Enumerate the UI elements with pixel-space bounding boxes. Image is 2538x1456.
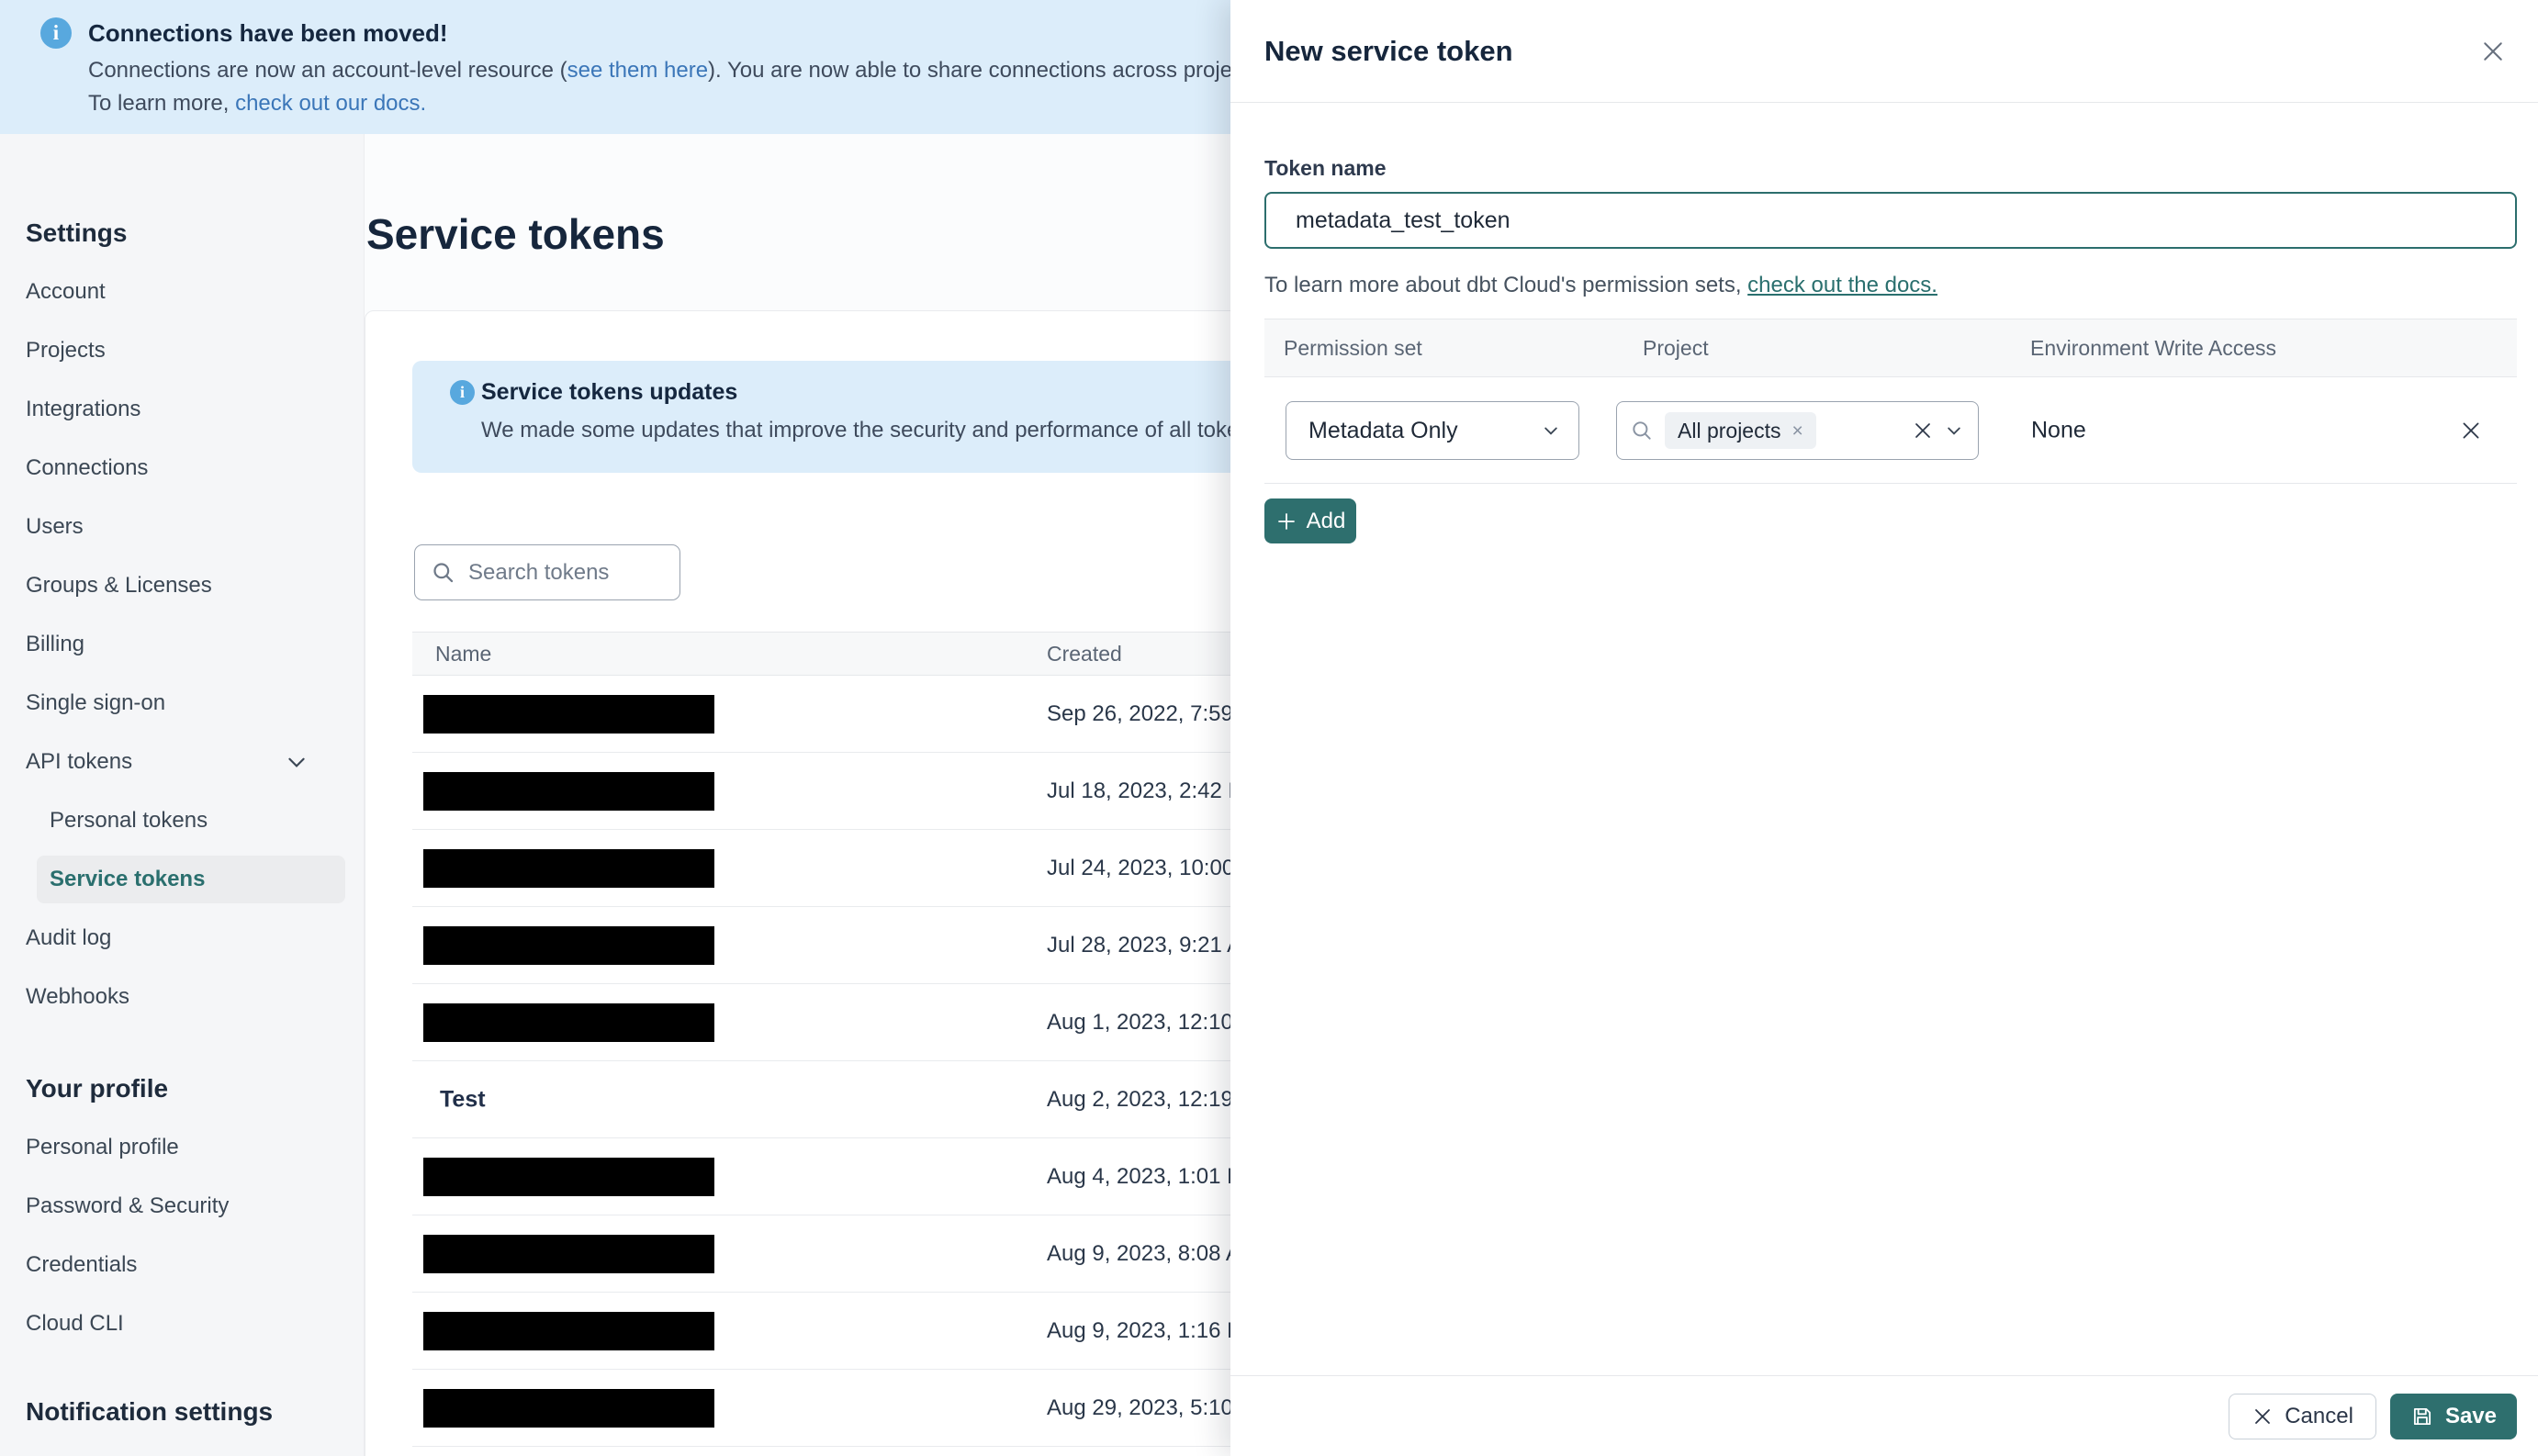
sidebar-item-personal-profile[interactable]: Personal profile — [0, 1118, 364, 1177]
permission-helper-text: To learn more about dbt Cloud's permissi… — [1264, 273, 1937, 297]
search-icon — [431, 560, 455, 585]
sidebar-item-cloud-cli[interactable]: Cloud CLI — [0, 1294, 364, 1353]
sidebar-heading-your-profile: Your profile — [26, 1074, 169, 1103]
permission-set-select[interactable]: Metadata Only — [1286, 401, 1579, 460]
save-button[interactable]: Save — [2389, 1393, 2517, 1439]
check-out-docs-link[interactable]: check out our docs. — [235, 91, 426, 116]
sidebar-item-connections[interactable]: Connections — [0, 439, 364, 498]
sidebar-item-audit-log[interactable]: Audit log — [0, 909, 364, 968]
search-input[interactable] — [468, 559, 661, 586]
settings-sidebar: Settings Account Projects Integrations C… — [0, 134, 365, 1456]
redacted-token-name — [423, 849, 714, 888]
panel-footer: Cancel Save — [1230, 1375, 2538, 1456]
check-out-the-docs-link[interactable]: check out the docs. — [1747, 273, 1937, 297]
close-icon — [2252, 1406, 2274, 1428]
sidebar-item-webhooks[interactable]: Webhooks — [0, 968, 364, 1026]
redacted-token-name — [423, 1312, 714, 1350]
sidebar-item-single-sign-on[interactable]: Single sign-on — [0, 674, 364, 733]
sidebar-heading-settings: Settings — [26, 218, 128, 247]
clear-selection-icon[interactable] — [1912, 420, 1934, 442]
new-service-token-panel: New service token Token name To learn mo… — [1230, 0, 2538, 1456]
token-name-label: Token name — [1264, 156, 1387, 180]
sidebar-item-credentials[interactable]: Credentials — [0, 1236, 364, 1294]
chevron-down-icon — [285, 750, 309, 774]
sidebar-item-service-tokens[interactable]: Service tokens — [37, 856, 345, 903]
chip-remove-icon[interactable]: × — [1791, 421, 1802, 441]
page-title: Service tokens — [366, 210, 665, 258]
column-header-permission-set: Permission set — [1284, 336, 1422, 360]
token-name-input[interactable] — [1264, 192, 2517, 249]
project-chip-all-projects: All projects × — [1665, 412, 1816, 449]
sidebar-item-projects[interactable]: Projects — [0, 321, 364, 380]
add-permission-button[interactable]: Add — [1264, 498, 1356, 543]
sidebar-item-api-tokens[interactable]: API tokens — [0, 733, 364, 791]
chevron-down-icon[interactable] — [1945, 421, 1963, 440]
permission-row: Metadata Only All projects × None — [1264, 377, 2517, 484]
sidebar-heading-notification-settings: Notification settings — [26, 1397, 274, 1426]
env-write-access-value: None — [2031, 417, 2086, 442]
column-header-created: Created — [1047, 642, 1122, 666]
column-header-project: Project — [1643, 336, 1709, 360]
column-header-name: Name — [435, 642, 492, 666]
redacted-token-name — [423, 1003, 714, 1042]
sidebar-item-account[interactable]: Account — [0, 263, 364, 321]
plus-icon — [1275, 510, 1297, 532]
cancel-button[interactable]: Cancel — [2229, 1393, 2376, 1439]
search-tokens-box — [414, 544, 680, 600]
save-disk-icon — [2410, 1405, 2434, 1428]
remove-row-icon[interactable] — [2454, 413, 2488, 448]
redacted-token-name — [423, 926, 714, 965]
sidebar-item-users[interactable]: Users — [0, 498, 364, 556]
permissions-table-header: Permission set Project Environment Write… — [1264, 319, 2517, 377]
info-icon: i — [40, 17, 72, 49]
redacted-token-name — [423, 1158, 714, 1196]
project-multiselect[interactable]: All projects × — [1616, 401, 1979, 460]
info-icon: i — [450, 380, 475, 405]
panel-title: New service token — [1264, 34, 1513, 67]
see-them-here-link[interactable]: see them here — [567, 58, 708, 83]
sidebar-item-groups-licenses[interactable]: Groups & Licenses — [0, 556, 364, 615]
column-header-env-write-access: Environment Write Access — [2030, 336, 2277, 360]
notice-title: Service tokens updates — [481, 379, 738, 405]
redacted-token-name — [423, 1389, 714, 1428]
close-icon[interactable] — [2474, 32, 2512, 71]
sidebar-item-billing[interactable]: Billing — [0, 615, 364, 674]
sidebar-item-integrations[interactable]: Integrations — [0, 380, 364, 439]
sidebar-item-personal-tokens[interactable]: Personal tokens — [0, 791, 364, 850]
chevron-down-icon — [1542, 421, 1560, 440]
token-name: Test — [440, 1086, 486, 1112]
panel-body: Token name To learn more about dbt Cloud… — [1230, 103, 2538, 543]
banner-title: Connections have been moved! — [88, 18, 448, 47]
sidebar-item-password-security[interactable]: Password & Security — [0, 1177, 364, 1236]
redacted-token-name — [423, 695, 714, 734]
redacted-token-name — [423, 772, 714, 811]
panel-header: New service token — [1230, 0, 2538, 103]
redacted-token-name — [423, 1235, 714, 1273]
search-icon — [1630, 419, 1654, 442]
